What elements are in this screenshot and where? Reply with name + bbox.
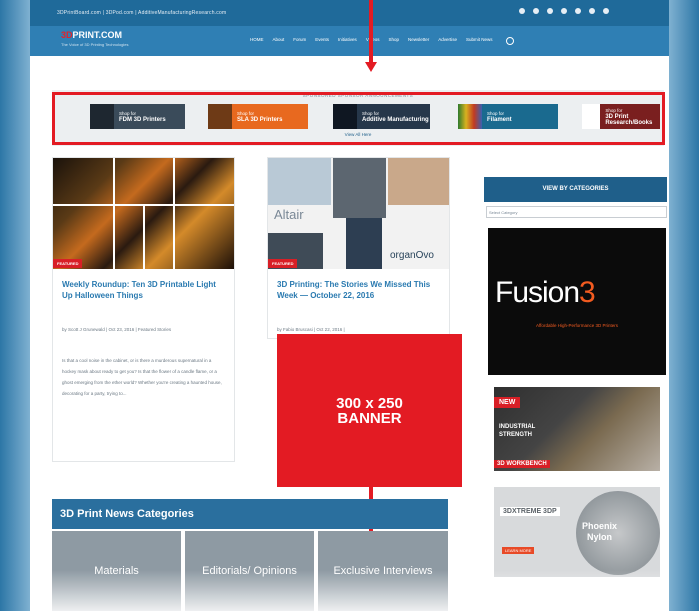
nav-item-newsletter[interactable]: Newsletter (408, 37, 429, 45)
twitter-icon[interactable] (519, 8, 525, 14)
banner-size-label: 300 x 250 (336, 394, 403, 412)
network-links[interactable]: 3DPrintBoard.com | 3DPod.com | AdditiveM… (57, 10, 226, 16)
organovo-logo: organOvo (390, 250, 434, 261)
categories-header: 3D Print News Categories (52, 499, 448, 529)
fusion3-tagline: Affordable High-Performance 3D Printers (536, 323, 618, 328)
workbench-ad[interactable]: NEW INDUSTRIAL STRENGTH 3D WORKBENCH (494, 387, 660, 471)
nav-item-events[interactable]: Events (315, 37, 329, 45)
arrow-top-line (369, 0, 373, 64)
screenshot-frame: 3DPrintBoard.com | 3DPod.com | AdditiveM… (0, 0, 699, 611)
bottom-fade (30, 570, 669, 611)
article-title[interactable]: 3D Printing: The Stories We Missed This … (277, 279, 442, 301)
article-image-halloween[interactable] (53, 158, 234, 269)
nav-item-advertise[interactable]: Advertise (438, 37, 457, 45)
featured-badge: FEATURED (53, 259, 83, 268)
sidebar-title: VIEW BY CATEGORIES (484, 177, 667, 202)
highlight-box (52, 92, 665, 145)
facebook-icon[interactable] (561, 8, 567, 14)
learn-more-button[interactable]: LEARN MORE (502, 547, 535, 554)
article-meta: by Scott J Grunewald | Oct 23, 2016 | Fe… (62, 327, 172, 332)
fusion3-ad[interactable]: Fusion3 Affordable High-Performance 3D P… (488, 228, 666, 375)
google-plus-icon[interactable] (533, 8, 539, 14)
logo-wordmark: 3DPRINT.COM (61, 30, 123, 40)
article-image-stories[interactable]: Altair organOvo (268, 158, 449, 269)
main-navbar: 3DPRINT.COM The Voice of 3D Printing Tec… (30, 26, 669, 56)
arrow-top-head (365, 62, 377, 72)
article-excerpt: Is that a cool noise in the cabinet, or … (62, 358, 222, 396)
altair-logo: Altair (274, 207, 304, 222)
workbench-brand: 3D WORKBENCH (494, 460, 550, 468)
banner-placeholder[interactable]: 300 x 250 BANNER (277, 334, 462, 487)
linkedin-icon[interactable] (575, 8, 581, 14)
article-card-stories[interactable]: Altair organOvo FEATURED 3D Printing: Th… (267, 157, 450, 339)
social-icons (519, 8, 609, 14)
nav-item-forum[interactable]: Forum (293, 37, 306, 45)
banner-type-label: BANNER (337, 409, 402, 427)
logo-tagline: The Voice of 3D Printing Technologies (61, 42, 129, 47)
workbench-headline: INDUSTRIAL STRENGTH (499, 424, 536, 438)
youtube-icon[interactable] (589, 8, 595, 14)
phoenix-nylon-ad[interactable]: 3DXTREME 3DP Phoenix Nylon LEARN MORE (494, 487, 660, 577)
category-select[interactable]: Select Category (486, 206, 667, 218)
phoenix-title: Phoenix Nylon (582, 521, 618, 542)
article-meta: by Fabio Bruscasi | Oct 22, 2016 | (277, 327, 345, 332)
nav-item-home[interactable]: HOME (250, 37, 264, 45)
nav-item-submit-news[interactable]: Submit News (466, 37, 493, 45)
search-icon[interactable] (505, 37, 514, 45)
website-page: 3DPrintBoard.com | 3DPod.com | AdditiveM… (30, 0, 669, 611)
nav-item-shop[interactable]: Shop (389, 37, 400, 45)
site-logo[interactable]: 3DPRINT.COM The Voice of 3D Printing Tec… (61, 30, 129, 47)
pinterest-icon[interactable] (547, 8, 553, 14)
featured-badge: FEATURED (268, 259, 298, 268)
article-card-halloween[interactable]: FEATURED Weekly Roundup: Ten 3D Printabl… (52, 157, 235, 462)
nav-item-initiatives[interactable]: Initiatives (338, 37, 357, 45)
phoenix-brand: 3DXTREME 3DP (500, 507, 560, 516)
fusion3-logo: Fusion3 (495, 276, 596, 309)
new-badge: NEW (494, 397, 521, 408)
article-title[interactable]: Weekly Roundup: Ten 3D Printable Light U… (62, 279, 227, 301)
nav-item-about[interactable]: About (273, 37, 285, 45)
rss-icon[interactable] (603, 8, 609, 14)
nav-menu: HOME About Forum Events Initiatives Vide… (250, 37, 514, 45)
top-bar: 3DPrintBoard.com | 3DPod.com | AdditiveM… (30, 0, 669, 26)
